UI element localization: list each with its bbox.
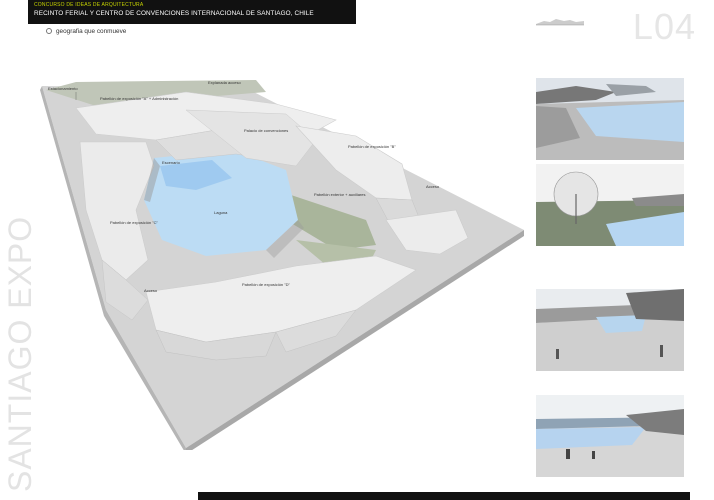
bullet-icon	[46, 28, 52, 35]
footer-bar	[198, 492, 690, 500]
label-pabellon-b: Pabellón de exposición "B"	[348, 144, 396, 149]
render-view-4	[536, 395, 684, 477]
sheet-number: L04	[632, 6, 696, 47]
label-laguna: Laguna	[214, 210, 228, 215]
label-palacio: Palacio de convenciones	[244, 128, 288, 133]
side-title: SANTIAGO EXPO	[2, 215, 38, 492]
aerial-site-plan: Estacionamiento Explanada acceso Pabelló…	[40, 80, 524, 450]
header-title: RECINTO FERIAL Y CENTRO DE CONVENCIONES …	[34, 10, 314, 17]
label-estacionamiento: Estacionamiento	[48, 86, 78, 91]
render-view-3	[536, 289, 684, 371]
label-escenario: Escenario	[162, 160, 181, 165]
subtitle-text: geografia que conmueve	[56, 28, 127, 35]
label-acceso-right: Acceso	[426, 184, 440, 189]
label-acceso-left: Acceso	[144, 288, 158, 293]
label-explanada: Explanada acceso	[208, 80, 241, 85]
render-view-1	[536, 78, 684, 160]
render-view-2	[536, 164, 684, 246]
label-pabellon-a: Pabellón de exposición "A" + Administrac…	[100, 96, 178, 101]
header-bar: CONCURSO DE IDEAS DE ARQUITECTURA RECINT…	[28, 0, 356, 24]
label-pabellon-d: Pabellón de exposición "D"	[242, 282, 291, 287]
header-kicker: CONCURSO DE IDEAS DE ARQUITECTURA	[34, 2, 144, 8]
label-pabellon-c: Pabellón de exposición "C"	[110, 220, 159, 225]
skyline-logo	[536, 19, 584, 26]
label-pabellon-exterior: Pabellón exterior + auxiliares	[314, 192, 365, 197]
subtitle: geografia que conmueve	[46, 28, 126, 35]
